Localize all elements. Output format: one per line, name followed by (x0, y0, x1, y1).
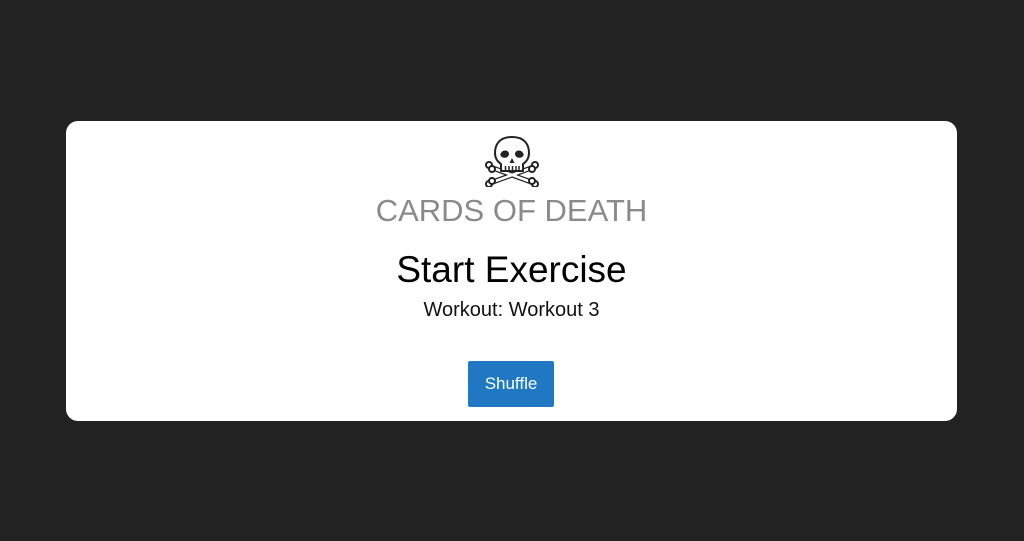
shuffle-button[interactable]: Shuffle (468, 361, 554, 407)
skull-and-crossbones-icon (66, 133, 957, 187)
app-brand: CARDS OF DEATH (375, 193, 648, 228)
main-card: CARDS OF DEATH Start Exercise Workout: W… (66, 121, 957, 421)
page-title: Start Exercise (396, 249, 627, 290)
workout-subtitle: Workout: Workout 3 (423, 299, 600, 321)
